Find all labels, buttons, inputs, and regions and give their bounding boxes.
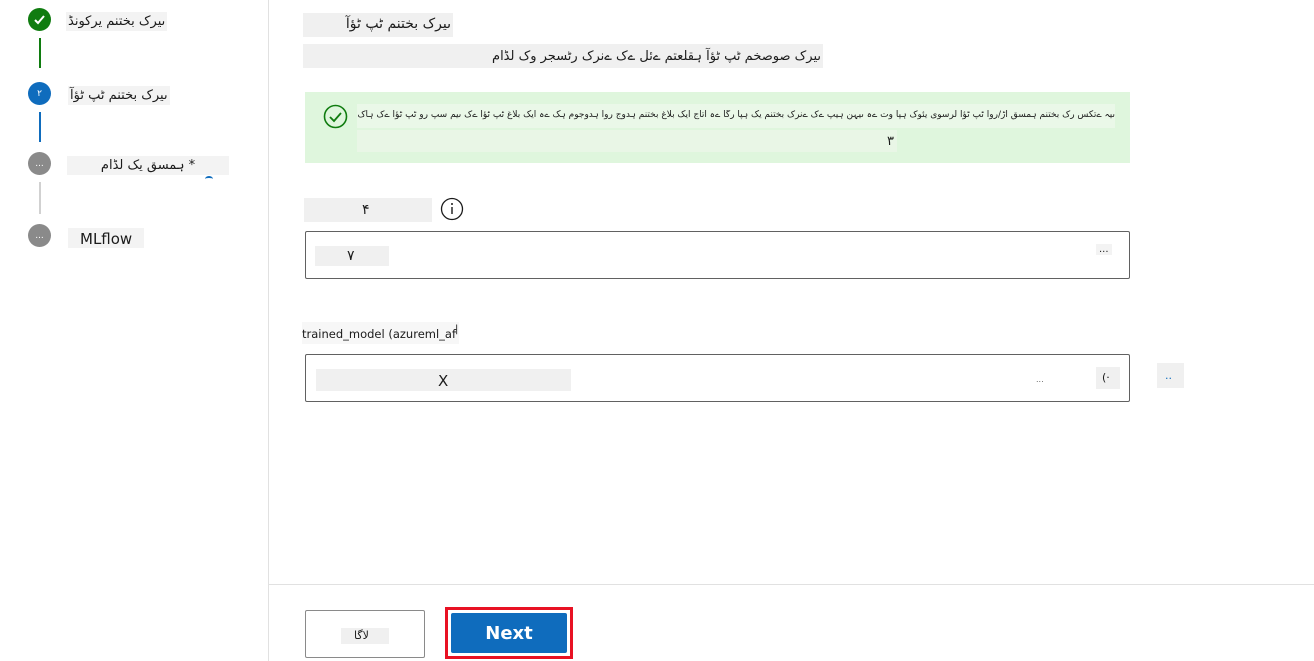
step-connector bbox=[39, 182, 41, 214]
step-3-number: ... bbox=[28, 152, 51, 175]
section-description-box: ںیرک صوصخم ٹپ ٹؤآ ہقلعتم ےئل ےک ےنرک رٹس… bbox=[303, 44, 823, 68]
model-output-hint: ... bbox=[1036, 375, 1044, 384]
back-button[interactable]: لاگا bbox=[305, 610, 425, 658]
job-output-value: ۷ bbox=[347, 248, 355, 264]
model-output-value-box: X bbox=[316, 369, 571, 391]
step-3-label[interactable]: * ہمسق یک لڈام bbox=[67, 156, 229, 175]
step-connector bbox=[39, 112, 41, 142]
model-output-input[interactable]: X ... (· bbox=[305, 354, 1130, 402]
next-button[interactable]: Next bbox=[451, 613, 567, 653]
side-action-icon[interactable]: .. bbox=[1165, 369, 1172, 382]
info-banner: ںیہ ےتکس رک بختنم ہمسق اڑ/روا ٹپ ٹؤآ لرس… bbox=[305, 92, 1130, 163]
model-output-value: X bbox=[438, 372, 449, 390]
job-output-dropdown[interactable]: ۷ ... bbox=[305, 231, 1130, 279]
step-3-indicator bbox=[205, 176, 213, 182]
section-title: ںیرک بختنم ٹپ ٹؤآ bbox=[345, 16, 451, 32]
banner-line-1: ںیہ ےتکس رک بختنم ہمسق اڑ/روا ٹپ ٹؤآ لرس… bbox=[357, 104, 1115, 128]
footer-divider bbox=[268, 584, 1314, 585]
step-4-number: ... bbox=[28, 224, 51, 247]
model-output-info-icon[interactable]: | bbox=[455, 324, 458, 335]
clear-icon[interactable]: (· bbox=[1102, 371, 1110, 384]
info-icon[interactable] bbox=[440, 197, 464, 225]
section-description: ںیرک صوصخم ٹپ ٹؤآ ہقلعتم ےئل ےک ےنرک رٹس… bbox=[492, 49, 821, 64]
job-output-label-box: ۴ bbox=[304, 198, 432, 222]
success-check-icon bbox=[323, 104, 348, 133]
job-output-more-icon[interactable]: ... bbox=[1096, 244, 1112, 255]
step-1-label[interactable]: ںیرک بختنم یرکونڈ bbox=[66, 12, 168, 31]
back-button-label: لاگا bbox=[354, 629, 369, 642]
step-navigation: ںیرک بختنم یرکونڈ ۲ ںیرک بختنم ٹپ ٹؤآ ..… bbox=[0, 0, 269, 661]
model-output-label: trained_model (azureml_af bbox=[302, 327, 457, 341]
job-output-value-box: ۷ bbox=[315, 246, 389, 266]
step-2-label[interactable]: ںیرک بختنم ٹپ ٹؤآ bbox=[68, 86, 170, 105]
step-1-check-icon bbox=[28, 8, 51, 31]
step-4-label[interactable]: MLflow bbox=[68, 228, 145, 248]
step-2-number: ۲ bbox=[28, 82, 51, 105]
next-button-highlight: Next bbox=[445, 607, 573, 659]
side-action-box: .. bbox=[1157, 363, 1184, 388]
banner-text: ںیہ ےتکس رک بختنم ہمسق اڑ/روا ٹپ ٹؤآ لرس… bbox=[357, 110, 1115, 120]
model-output-label-box: trained_model (azureml_af bbox=[302, 322, 459, 344]
banner-line-2: ۳ bbox=[357, 130, 897, 152]
step-connector bbox=[39, 38, 41, 68]
back-label-box: لاگا bbox=[341, 628, 389, 644]
banner-number: ۳ bbox=[887, 134, 894, 149]
model-output-clear-box: (· bbox=[1096, 367, 1120, 389]
section-title-box: ںیرک بختنم ٹپ ٹؤآ bbox=[303, 13, 453, 37]
job-output-label: ۴ bbox=[362, 202, 370, 218]
